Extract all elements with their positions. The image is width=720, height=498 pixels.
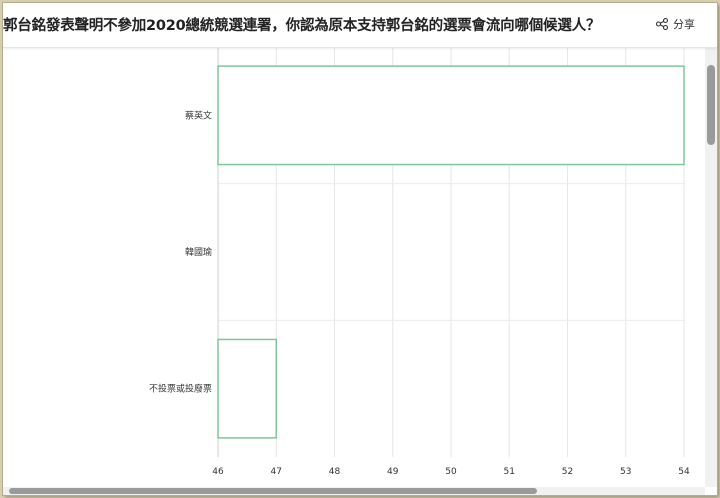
category-label: 蔡英文 xyxy=(185,109,212,121)
x-tick-label: 52 xyxy=(562,467,573,477)
share-label: 分享 xyxy=(673,18,695,31)
category-label: 不投票或投廢票 xyxy=(149,383,212,395)
x-tick-label: 47 xyxy=(271,467,282,477)
chart-area: 蔡英文韓國瑜不投票或投廢票 46 47 48 49 50 51 52 53 54 xyxy=(3,47,703,491)
vertical-scroll-thumb[interactable] xyxy=(707,65,715,145)
bar xyxy=(217,65,685,166)
bar xyxy=(217,338,277,439)
share-icon xyxy=(656,18,668,30)
category-labels: 蔡英文韓國瑜不投票或投廢票 xyxy=(149,109,212,394)
chart-window: 郭台銘發表聲明不參加2020總統競選連署，你認為原本支持郭台銘的選票會流向哪個候… xyxy=(3,3,717,495)
x-tick-label: 54 xyxy=(678,467,690,477)
horizontal-scrollbar[interactable] xyxy=(3,487,705,495)
x-tick-labels: 46 47 48 49 50 51 52 53 54 xyxy=(212,467,690,477)
x-tick-label: 50 xyxy=(445,467,457,477)
share-button[interactable]: 分享 xyxy=(656,16,695,32)
bar-chart: 蔡英文韓國瑜不投票或投廢票 46 47 48 49 50 51 52 53 54 xyxy=(149,47,690,477)
horizontal-scroll-thumb[interactable] xyxy=(9,488,537,494)
vertical-scrollbar[interactable] xyxy=(705,47,717,487)
x-tick-label: 53 xyxy=(620,467,631,477)
x-tick-label: 51 xyxy=(504,467,515,477)
x-tick-label: 46 xyxy=(212,467,224,477)
chart-header: 郭台銘發表聲明不參加2020總統競選連署，你認為原本支持郭台銘的選票會流向哪個候… xyxy=(3,3,717,48)
x-tick-label: 48 xyxy=(329,467,341,477)
x-tick-label: 49 xyxy=(387,467,399,477)
chart-title: 郭台銘發表聲明不參加2020總統競選連署，你認為原本支持郭台銘的選票會流向哪個候… xyxy=(3,18,601,34)
category-label: 韓國瑜 xyxy=(185,246,212,258)
